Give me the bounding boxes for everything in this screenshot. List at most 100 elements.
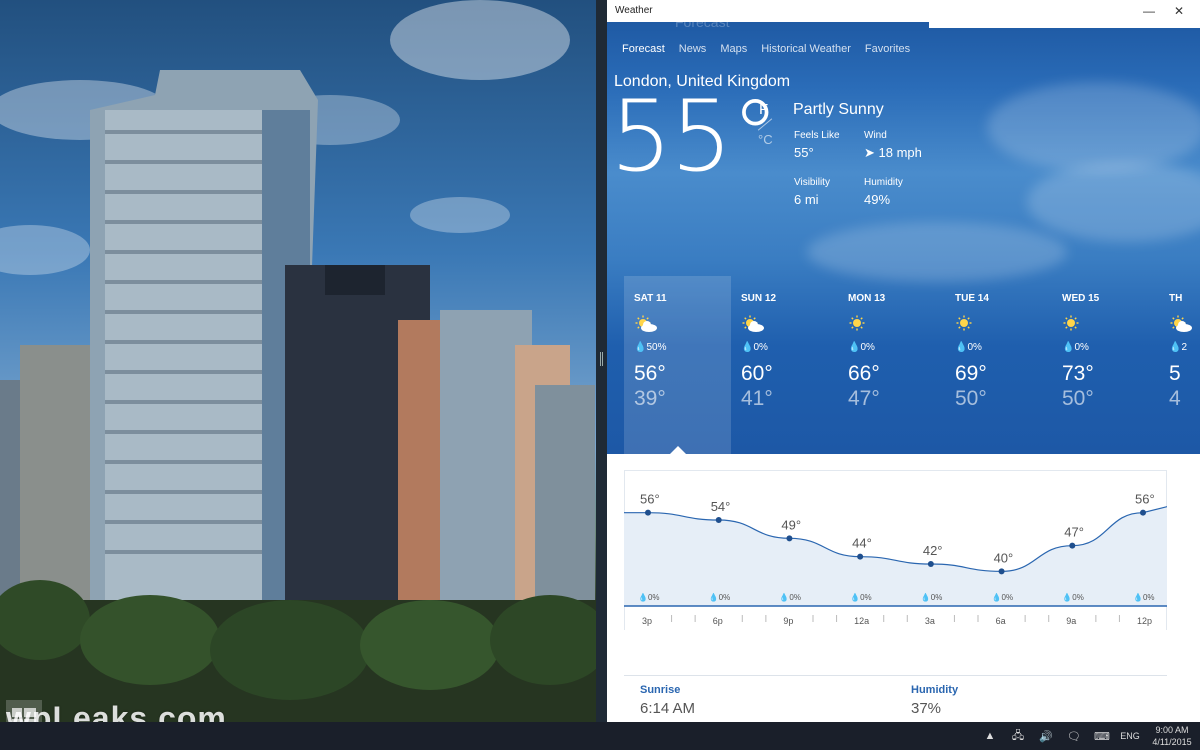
- day-low: 39°: [634, 387, 666, 410]
- detail-cards: Sunrise 6:14 AM Humidity 37%: [624, 675, 1167, 722]
- snap-splitter[interactable]: [596, 0, 607, 722]
- hourly-point[interactable]: [998, 568, 1005, 575]
- day-high: 73°: [1062, 362, 1094, 385]
- day-precip: 💧50%: [634, 342, 667, 353]
- hourly-precip-label: 💧0%: [638, 592, 660, 602]
- partly-sunny-icon: [635, 315, 657, 332]
- desktop-wallpaper: wpLeaks.com: [0, 0, 596, 722]
- tab-favorites[interactable]: Favorites: [858, 22, 917, 62]
- close-button[interactable]: ✕: [1167, 2, 1191, 20]
- hourly-precip-label: 💧0%: [992, 592, 1014, 602]
- network-icon[interactable]: 🖧: [1004, 727, 1032, 746]
- window-title: Weather: [615, 5, 653, 16]
- hourly-precip-label: 💧0%: [1062, 592, 1084, 602]
- tray-overflow-icon[interactable]: ▲: [976, 730, 1004, 742]
- humidity-card: Humidity 37%: [895, 676, 1166, 722]
- hourly-value-label: 42°: [923, 543, 943, 558]
- day-precip: 💧0%: [741, 342, 768, 353]
- wpleaks-watermark: wpLeaks.com: [6, 700, 227, 722]
- hourly-point[interactable]: [786, 535, 793, 542]
- splitter-grip-icon[interactable]: [600, 352, 603, 366]
- tab-historical-weather[interactable]: Historical Weather: [754, 22, 858, 62]
- day-name: WED 15: [1062, 293, 1100, 304]
- hourly-point[interactable]: [857, 553, 864, 560]
- day-low: 47°: [848, 387, 880, 410]
- sunny-icon: [1063, 315, 1079, 331]
- tab-maps[interactable]: Maps: [713, 22, 754, 62]
- condition-text: Partly Sunny: [793, 101, 884, 118]
- hourly-value-label: 40°: [994, 550, 1014, 565]
- hourly-value-label: 47°: [1064, 525, 1084, 540]
- day-forecast[interactable]: TH 💧2 5 4: [1159, 276, 1200, 454]
- unit-fahrenheit-toggle[interactable]: F: [759, 101, 768, 118]
- day-forecast[interactable]: TUE 14 💧0% 69° 50°: [945, 276, 1052, 454]
- feels-like-label: Feels Like: [794, 130, 840, 141]
- day-high: 66°: [848, 362, 880, 385]
- weather-app-window: Forecast Weather — ✕ Forecast News Maps His…: [607, 0, 1200, 722]
- day-low: 50°: [1062, 387, 1094, 410]
- day-name: MON 13: [848, 293, 886, 304]
- selected-day-caret-icon: [670, 446, 686, 454]
- tab-news[interactable]: News: [672, 22, 714, 62]
- day-high: 60°: [741, 362, 773, 385]
- system-tray: ▲ 🖧 🔊 🗨 ⌨ ENG 9:00 AM 4/11/2015: [976, 722, 1200, 750]
- clock[interactable]: 9:00 AM 4/11/2015: [1144, 724, 1200, 748]
- hourly-value-label: 44°: [852, 536, 872, 551]
- hourly-time-label: 9a: [1066, 616, 1076, 626]
- day-name: SAT 11: [634, 293, 667, 304]
- hourly-point[interactable]: [715, 517, 722, 523]
- tab-forecast[interactable]: Forecast: [615, 22, 672, 62]
- feels-like-detail: Feels Like 55°: [794, 130, 840, 160]
- wpleaks-logo-icon: [6, 700, 42, 722]
- day-name: TH: [1169, 293, 1183, 304]
- humidity-card-value: 37%: [911, 700, 942, 717]
- current-temperature: 55°: [610, 80, 780, 194]
- hourly-precip-label: 💧0%: [921, 592, 943, 602]
- day-forecast[interactable]: SAT 11 💧50% 56° 39°: [624, 276, 731, 454]
- feels-like-value: 55°: [794, 145, 814, 160]
- day-low: 50°: [955, 387, 987, 410]
- hourly-time-label: 12a: [854, 616, 869, 626]
- day-forecast[interactable]: SUN 12 💧0% 60° 41°: [731, 276, 838, 454]
- volume-icon[interactable]: 🔊: [1032, 730, 1060, 743]
- humidity-value: 49%: [864, 192, 891, 207]
- day-name: TUE 14: [955, 293, 989, 304]
- hourly-area: [624, 506, 1167, 606]
- keyboard-icon[interactable]: ⌨: [1088, 730, 1116, 743]
- hourly-temperature-chart[interactable]: 56° 💧0% 3p 54° 💧0% 6p 49° 💧0% 9p 44° 💧0% 12a 42° 💧0% 3…: [624, 470, 1167, 630]
- hourly-time-label: 3a: [925, 616, 935, 626]
- hourly-precip-label: 💧0%: [850, 592, 872, 602]
- minimize-button[interactable]: —: [1137, 2, 1161, 20]
- visibility-value: 6 mi: [794, 192, 819, 207]
- sunrise-label: Sunrise: [640, 684, 681, 696]
- notification-icon[interactable]: 🗨: [1060, 730, 1088, 743]
- hourly-point[interactable]: [1140, 509, 1146, 516]
- hourly-point[interactable]: [1069, 542, 1076, 549]
- day-forecast[interactable]: WED 15 💧0% 73° 50°: [1052, 276, 1159, 454]
- hourly-time-label: 3p: [642, 616, 652, 626]
- sunrise-value: 6:14 AM: [640, 700, 696, 717]
- hourly-time-label: 6a: [996, 616, 1006, 626]
- day-high: 69°: [955, 362, 987, 385]
- visibility-detail: Visibility 6 mi: [794, 177, 830, 207]
- wind-label: Wind: [864, 130, 887, 141]
- input-language[interactable]: ENG: [1116, 731, 1144, 741]
- humidity-detail: Humidity 49%: [864, 177, 903, 207]
- hourly-point[interactable]: [927, 561, 934, 567]
- day-low: 41°: [741, 387, 773, 410]
- day-precip: 💧0%: [1062, 342, 1089, 353]
- hourly-point[interactable]: [645, 509, 651, 516]
- humidity-card-label: Humidity: [911, 684, 959, 696]
- partly-sunny-icon: [1170, 315, 1192, 332]
- day-forecast[interactable]: MON 13 💧0% 66° 47°: [838, 276, 945, 454]
- clock-time: 9:00 AM: [1155, 725, 1189, 735]
- main-navigation: Forecast News Maps Historical Weather Favori…: [607, 22, 1200, 62]
- hourly-value-label: 49°: [781, 517, 801, 532]
- partly-sunny-icon: [742, 315, 764, 332]
- unit-celsius-toggle[interactable]: °C: [758, 132, 773, 147]
- day-precip: 💧0%: [955, 342, 982, 353]
- hourly-precip-label: 💧0%: [709, 592, 731, 602]
- wind-value: ➤ 18 mph: [864, 145, 922, 160]
- wind-detail: Wind ➤ 18 mph: [864, 130, 922, 161]
- hourly-value-label: 56°: [640, 492, 660, 507]
